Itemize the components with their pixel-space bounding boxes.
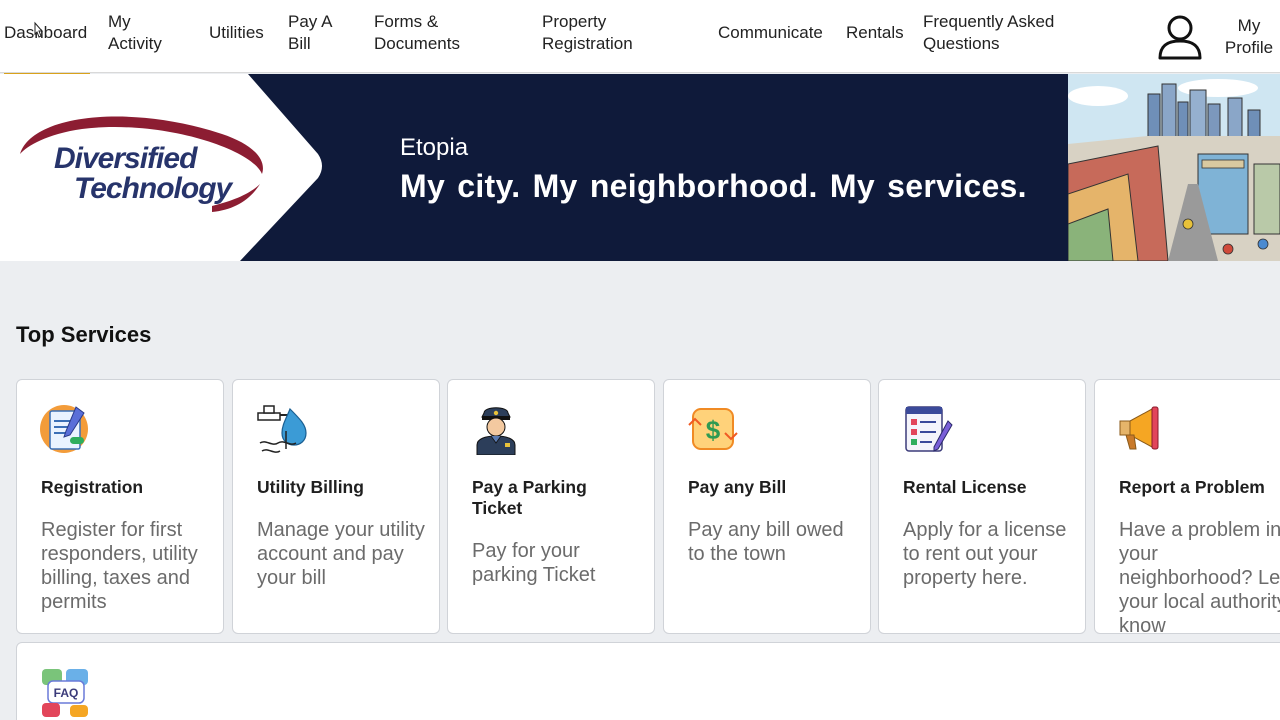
logo-text-line1: Diversified: [54, 142, 197, 175]
nav-my-activity[interactable]: My Activity: [108, 11, 178, 55]
service-card-faq[interactable]: FAQ: [16, 642, 1280, 720]
card-description: Have a problem in your neighborhood? Let…: [1119, 519, 1280, 634]
card-title: Registration: [41, 477, 144, 497]
hero-tagline: My city. My neighborhood. My services.: [400, 168, 1027, 204]
police-officer-icon: [476, 407, 516, 455]
service-card-utility-billing[interactable]: Utility Billing Manage your utility acco…: [232, 379, 440, 634]
service-card-report-a-problem[interactable]: Report a Problem Have a problem in your …: [1094, 379, 1280, 634]
nav-faq[interactable]: Frequently Asked Questions: [923, 11, 1093, 55]
mouse-pointer-icon: [34, 21, 44, 38]
checklist-icon: [905, 406, 953, 452]
registration-icon: [40, 405, 88, 453]
logo-text-line2: Technology: [74, 172, 232, 205]
card-description: Pay any bill owed to the town: [688, 519, 844, 565]
card-title: Utility Billing: [257, 477, 364, 497]
svg-text:$: $: [706, 415, 721, 445]
card-description: Apply for a license to rent out your pro…: [903, 519, 1067, 589]
faq-icon-label: FAQ: [54, 686, 79, 700]
service-card-rental-license[interactable]: Rental License Apply for a license to re…: [878, 379, 1086, 634]
faq-icon: FAQ: [42, 669, 88, 717]
top-services-heading: Top Services: [16, 322, 152, 347]
service-card-pay-any-bill[interactable]: $ Pay any Bill Pay any bill owed to the …: [663, 379, 871, 634]
top-nav: Dashboard My Activity Utilities Pay A Bi…: [0, 0, 1280, 76]
nav-pay-a-bill[interactable]: Pay A Bill: [288, 11, 348, 55]
user-profile-icon[interactable]: [1156, 14, 1204, 60]
nav-communicate[interactable]: Communicate: [718, 22, 823, 44]
nav-dashboard[interactable]: Dashboard: [4, 22, 90, 76]
water-tap-icon: [257, 405, 307, 453]
service-card-registration[interactable]: Registration Register for first responde…: [16, 379, 224, 634]
card-title: Report a Problem: [1119, 477, 1265, 497]
nav-utilities[interactable]: Utilities: [209, 22, 264, 44]
city-name: Etopia: [400, 134, 469, 161]
nav-rentals[interactable]: Rentals: [846, 22, 904, 44]
nav-property-registration[interactable]: Property Registration: [542, 11, 672, 55]
card-title: Pay a Parking Ticket: [472, 477, 587, 518]
card-title: Pay any Bill: [688, 477, 787, 497]
card-description: Manage your utility account and pay your…: [257, 519, 425, 589]
city-illustration-icon: [1068, 74, 1280, 261]
nav-forms-documents[interactable]: Forms & Documents: [374, 11, 494, 55]
card-description: Register for first responders, utility b…: [41, 519, 198, 613]
card-title: Rental License: [903, 477, 1027, 497]
dollar-bill-icon: $: [688, 408, 738, 450]
nav-my-profile[interactable]: My Profile: [1222, 15, 1276, 59]
hero-banner: Diversified Technology Etopia My city. M…: [0, 74, 1280, 261]
service-card-parking-ticket[interactable]: Pay a Parking Ticket Pay for your parkin…: [447, 379, 655, 634]
megaphone-icon: [1119, 406, 1159, 450]
card-description: Pay for your parking Ticket: [472, 540, 596, 586]
